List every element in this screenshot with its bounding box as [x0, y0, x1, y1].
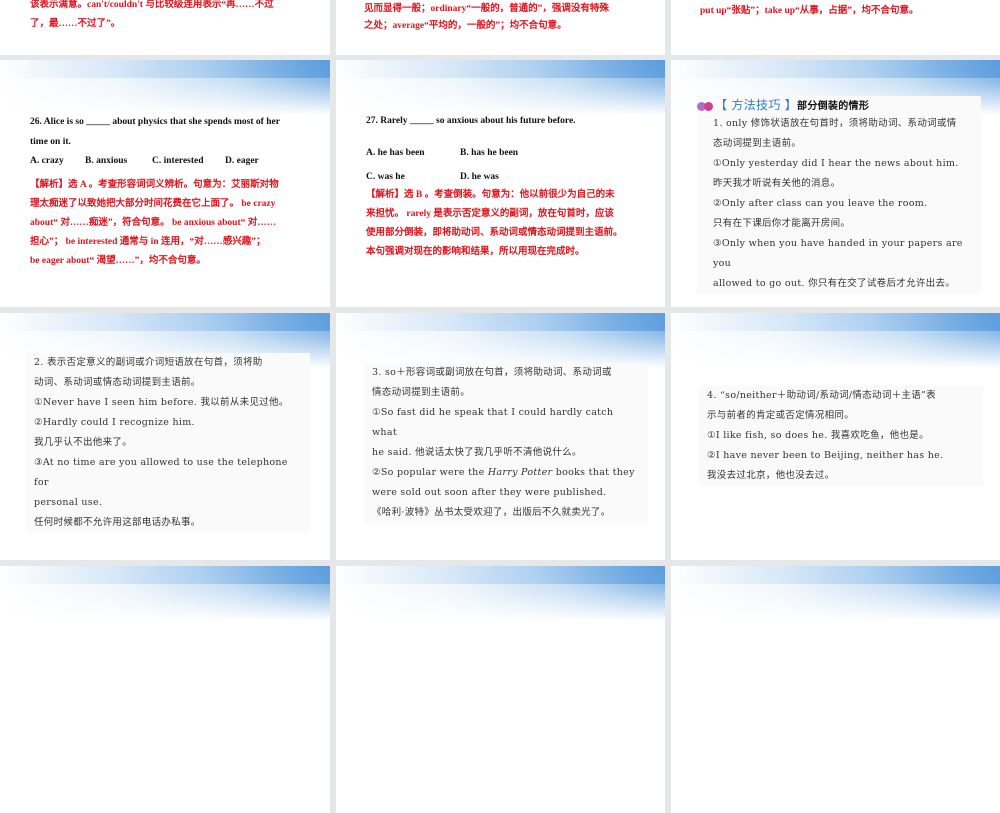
text-line: ②Hardly could I recognize him.: [34, 417, 195, 428]
slide-thumbnail[interactable]: put up“张贴”；take up“从事，占据”，均不合句意。: [671, 0, 1000, 55]
text-line: 26. Alice is so _____ about physics that…: [30, 117, 280, 127]
answer-options: A. he has been B. has he been C. was he D.…: [366, 141, 518, 189]
answer-options: A. crazy B. anxious C. interested D. eager: [30, 156, 259, 166]
method-tips-panel: 【 方法技巧 】部分倒装的情形 1. only 修饰状语放在句首时，须将助动词、…: [697, 96, 981, 294]
option: B. anxious: [85, 156, 128, 166]
text-line: 4. “so/neither＋助动词/系动词/情态动词＋主语”表: [707, 390, 936, 401]
text-line: were sold out soon after they were publi…: [372, 487, 607, 498]
text-line: ②I have never been to Beijing, neither h…: [707, 450, 944, 461]
analysis-text: put up“张贴”；take up“从事，占据”，均不合句意。: [700, 2, 919, 21]
text-line: 示与前者的肯定或否定情况相同。: [707, 410, 855, 421]
analysis-text: 【解析】选 B 。考查倒装。句意为：他以前很少为自己的未 来担忧。 rarely…: [366, 186, 623, 262]
text-line: 我没去过北京，他也没去过。: [707, 470, 835, 481]
text-line: 本句强调对现在的影响和结果，所以用现在完成时。: [366, 247, 585, 257]
text-line: ①Never have I seen him before. 我以前从未见过他。: [34, 397, 289, 408]
slide-thumbnail[interactable]: [671, 566, 1000, 813]
section-heading: 【 方法技巧 】部分倒装的情形: [697, 96, 981, 114]
text-line: personal use.: [34, 497, 103, 508]
text-line: 1. only 修饰状语放在句首时，须将助动词、系动词或情: [713, 118, 957, 129]
slide-thumbnail[interactable]: 2. 表示否定意义的副词或介词短语放在句首，须将助 动词、系动词或情态动词提到主…: [0, 313, 330, 560]
option: C. interested: [152, 156, 204, 166]
text-line: 2. 表示否定意义的副词或介词短语放在句首，须将助: [34, 357, 263, 368]
question-text: 26. Alice is so _____ about physics that…: [30, 112, 280, 152]
text-line: about“ 对……痴迷”，符合句意。 be anxious about“ 对……: [30, 218, 277, 228]
text-line: 理太痴迷了以致她把大部分时间花费在它上面了。 be crazy: [30, 199, 276, 209]
text-line: allowed to go out. 你只有在交了试卷后才允许出去。: [713, 278, 956, 289]
slide-thumbnail[interactable]: 见而显得一般；ordinary“一般的，普通的”，强调没有特殊 之处；avera…: [336, 0, 665, 55]
slide-thumbnail[interactable]: 27. Rarely _____ so anxious about his fu…: [336, 60, 665, 307]
section-title: 部分倒装的情形: [797, 101, 870, 112]
text-line: 使用部分倒装，即将助动词、系动词或情态动词提到主语前。: [366, 228, 623, 238]
text-line: time on it.: [30, 137, 71, 147]
slide-thumbnail[interactable]: [336, 566, 665, 813]
slide-thumbnail[interactable]: 26. Alice is so _____ about physics that…: [0, 60, 330, 307]
option: A. he has been: [366, 148, 425, 158]
slide-header-banner: [336, 60, 665, 115]
text-line: he said. 他说话太快了我几乎听不清他说什么。: [372, 447, 582, 458]
slide-thumbnail[interactable]: 【 方法技巧 】部分倒装的情形 1. only 修饰状语放在句首时，须将助动词、…: [671, 60, 1000, 307]
slide-thumbnail[interactable]: 该表示满意。can't/couldn't 与比较级连用表示“再……不过 了，最……: [0, 0, 330, 55]
analysis-text: 【解析】选 A 。考查形容词词义辨析。句意为：艾丽斯对物 理太痴迷了以致她把大部…: [30, 176, 279, 271]
text-line: 【解析】选 A 。考查形容词词义辨析。句意为：艾丽斯对物: [30, 180, 279, 190]
text-line: ①I like fish, so does he. 我喜欢吃鱼，他也是。: [707, 430, 929, 441]
text-line: ②Only after class can you leave the room…: [713, 198, 928, 209]
question-text: 27. Rarely _____ so anxious about his fu…: [366, 116, 576, 126]
text-segment: books that they: [552, 467, 635, 478]
example-panel: 4. “so/neither＋助动词/系动词/情态动词＋主语”表 示与前者的肯定…: [699, 386, 983, 486]
text-line: 来担忧。 rarely 是表示否定意义的副词，放在句首时，应该: [366, 209, 614, 219]
example-panel: 2. 表示否定意义的副词或介词短语放在句首，须将助 动词、系动词或情态动词提到主…: [26, 353, 310, 533]
slide-thumbnail[interactable]: 3. so＋形容词或副词放在句首，须将助动词、系动词或 情态动词提到主语前。 ①…: [336, 313, 665, 560]
section-tag: 【 方法技巧 】: [715, 98, 798, 112]
text-line: 了，最……不过了”。: [30, 19, 121, 29]
badge-icon: [704, 102, 713, 111]
text-line: 【解析】选 B 。考查倒装。句意为：他以前很少为自己的未: [366, 190, 615, 200]
text-line: put up“张贴”；take up“从事，占据”，均不合句意。: [700, 6, 919, 16]
option: D. eager: [225, 156, 259, 166]
analysis-text: 该表示满意。can't/couldn't 与比较级连用表示“再……不过 了，最……: [30, 0, 274, 34]
text-line: be eager about“ 渴望……”，均不合句意。: [30, 256, 206, 266]
text-line: ③At no time are you allowed to use the t…: [34, 457, 288, 488]
book-title: Harry Potter: [487, 467, 553, 478]
text-line: 只有在下课后你才能离开房间。: [713, 218, 851, 229]
text-line: 昨天我才听说有关他的消息。: [713, 178, 841, 189]
text-line: 《哈利·波特》丛书太受欢迎了，出版后不久就卖光了。: [372, 507, 611, 518]
text-line: 情态动词提到主语前。: [372, 387, 471, 398]
slide-header-banner: [0, 566, 330, 621]
slide-header-banner: [671, 313, 1000, 368]
slide-header-banner: [671, 566, 1000, 621]
text-line: 动词、系动词或情态动词提到主语前。: [34, 377, 201, 388]
text-line: ②So popular were the Harry Potter books …: [372, 463, 640, 483]
text-line: 3. so＋形容词或副词放在句首，须将助动词、系动词或: [372, 367, 612, 378]
slide-header-banner: [336, 566, 665, 621]
text-line: ①So fast did he speak that I could hardl…: [372, 407, 614, 438]
text-line: 该表示满意。can't/couldn't 与比较级连用表示“再……不过: [30, 0, 274, 10]
analysis-text: 见而显得一般；ordinary“一般的，普通的”，强调没有特殊 之处；avera…: [364, 1, 609, 35]
option: A. crazy: [30, 156, 64, 166]
text-line: 我几乎认不出他来了。: [34, 437, 133, 448]
text-line: 见而显得一般；ordinary“一般的，普通的”，强调没有特殊: [364, 4, 609, 14]
slide-thumbnail[interactable]: 4. “so/neither＋助动词/系动词/情态动词＋主语”表 示与前者的肯定…: [671, 313, 1000, 560]
text-line: 担心”； be interested 通常与 in 连用，“对……感兴趣”；: [30, 237, 266, 247]
slide-thumbnail[interactable]: [0, 566, 330, 813]
text-line: 态动词提到主语前。: [713, 138, 802, 149]
text-line: 任何时候都不允许用这部电话办私事。: [34, 517, 201, 528]
slide-header-banner: [336, 313, 665, 368]
text-line: ③Only when you have handed in your paper…: [713, 238, 963, 269]
example-panel: 3. so＋形容词或副词放在句首，须将助动词、系动词或 情态动词提到主语前。 ①…: [364, 363, 648, 523]
text-line: 之处；average“平均的，一般的”；均不合句意。: [364, 21, 567, 31]
text-segment: ②So popular were the: [372, 467, 488, 478]
slide-header-banner: [0, 60, 330, 115]
option: B. has he been: [460, 148, 519, 158]
text-line: ①Only yesterday did I hear the news abou…: [713, 158, 959, 169]
